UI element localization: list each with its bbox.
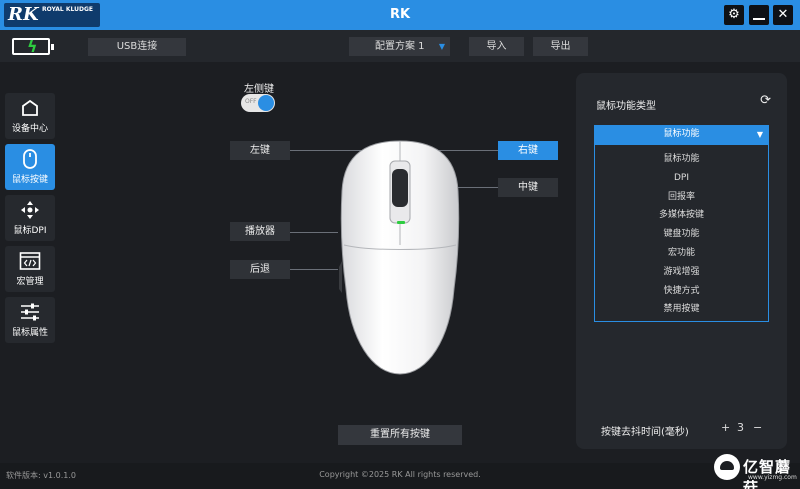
charging-icon: ϟ	[27, 37, 38, 56]
settings-button[interactable]: ⚙	[724, 5, 744, 25]
profile-select[interactable]: 配置方案 1 ▼	[349, 37, 450, 56]
gear-icon: ⚙	[728, 7, 740, 22]
watermark-name: 亿智蘑菇	[743, 458, 792, 489]
mushroom-icon	[714, 454, 740, 480]
import-button[interactable]: 导入	[469, 37, 524, 56]
mouse-icon	[5, 144, 55, 174]
back-button-label[interactable]: 后退	[230, 260, 290, 279]
copyright-text: Copyright ©2025 RK All rights reserved.	[319, 470, 481, 479]
left-button-label[interactable]: 左键	[230, 141, 290, 160]
dropdown-item[interactable]: DPI	[595, 169, 768, 188]
refresh-icon[interactable]: ⟳	[760, 93, 771, 108]
reset-all-buttons[interactable]: 重置所有按键	[338, 425, 462, 445]
sidebar-item-mouse-properties[interactable]: 鼠标属性	[5, 297, 55, 343]
sliders-icon	[5, 297, 55, 327]
connection-status: USB连接	[88, 38, 186, 56]
window-title: RK	[389, 7, 411, 22]
selected-function: 鼠标功能	[663, 129, 700, 139]
profile-label: 配置方案 1	[375, 41, 425, 52]
export-button[interactable]: 导出	[533, 37, 588, 56]
sidebar-item-mouse-buttons[interactable]: 鼠标按键	[5, 144, 55, 190]
play-button-connector	[290, 232, 338, 233]
dpi-icon	[5, 195, 55, 225]
sidebar-item-label: 宏管理	[16, 277, 44, 287]
caret-down-icon: ▼	[438, 42, 445, 51]
dropdown-item[interactable]: 键盘功能	[595, 225, 768, 244]
function-panel: 鼠标功能类型 ⟳ 鼠标功能 ▼ 鼠标功能 DPI 回报率 多媒体按键 键盘功能 …	[576, 73, 787, 449]
dropdown-item[interactable]: 鼠标功能	[595, 150, 768, 169]
dropdown-item[interactable]: 快捷方式	[595, 282, 768, 301]
toolbar: ϟ USB连接 配置方案 1 ▼ 导入 导出	[0, 30, 800, 62]
sidebar-item-device-center[interactable]: 设备中心	[5, 93, 55, 139]
function-type-select[interactable]: 鼠标功能 ▼	[594, 125, 769, 144]
close-icon: ✕	[777, 7, 789, 22]
dropdown-item[interactable]: 游戏增强	[595, 263, 768, 282]
debounce-stepper: + 3 −	[715, 418, 767, 437]
back-button-connector	[290, 269, 338, 270]
sidebar-item-mouse-dpi[interactable]: 鼠标DPI	[5, 195, 55, 241]
debounce-increase-button[interactable]: +	[721, 418, 730, 437]
side-key-toggle[interactable]: OFF	[241, 94, 275, 112]
function-dropdown: 鼠标功能 DPI 回报率 多媒体按键 键盘功能 宏功能 游戏增强 快捷方式 禁用…	[594, 144, 769, 322]
close-button[interactable]: ✕	[773, 5, 793, 25]
dropdown-item[interactable]: 回报率	[595, 188, 768, 207]
dropdown-item[interactable]: 宏功能	[595, 244, 768, 263]
panel-title: 鼠标功能类型	[596, 101, 656, 112]
footer: 软件版本: v1.0.1.0 Copyright ©2025 RK All ri…	[0, 463, 800, 489]
watermark: 亿智蘑菇 www.yizmg.com	[712, 450, 798, 489]
debounce-decrease-button[interactable]: −	[753, 418, 762, 437]
right-button-label[interactable]: 右键	[498, 141, 558, 160]
debounce-value: 3	[737, 421, 744, 434]
side-key-title: 左侧键	[244, 84, 274, 95]
toggle-knob	[258, 95, 274, 111]
minimize-button[interactable]	[749, 5, 769, 25]
debounce-label: 按键去抖时间(毫秒)	[601, 427, 689, 438]
caret-down-icon: ▼	[756, 130, 763, 139]
dropdown-item[interactable]: 禁用按键	[595, 300, 768, 319]
sidebar-item-label: 鼠标DPI	[13, 226, 47, 236]
sidebar-item-label: 鼠标属性	[11, 328, 48, 338]
dropdown-item[interactable]: 多媒体按键	[595, 206, 768, 225]
battery-indicator: ϟ	[12, 37, 54, 56]
mouse-illustration	[339, 140, 460, 375]
middle-button-label[interactable]: 中键	[498, 178, 558, 197]
sidebar-item-label: 鼠标按键	[11, 175, 48, 185]
device-icon	[5, 93, 55, 123]
minimize-icon	[753, 18, 765, 20]
sidebar-item-label: 设备中心	[11, 124, 48, 134]
sidebar-item-macro[interactable]: 宏管理	[5, 246, 55, 292]
macro-icon	[5, 246, 55, 276]
toggle-state-text: OFF	[245, 98, 257, 105]
title-bar: RK ROYAL KLUDGE RK ⚙ ✕	[0, 0, 800, 30]
watermark-url: www.yizmg.com	[748, 474, 797, 481]
play-button-label[interactable]: 播放器	[230, 222, 290, 241]
